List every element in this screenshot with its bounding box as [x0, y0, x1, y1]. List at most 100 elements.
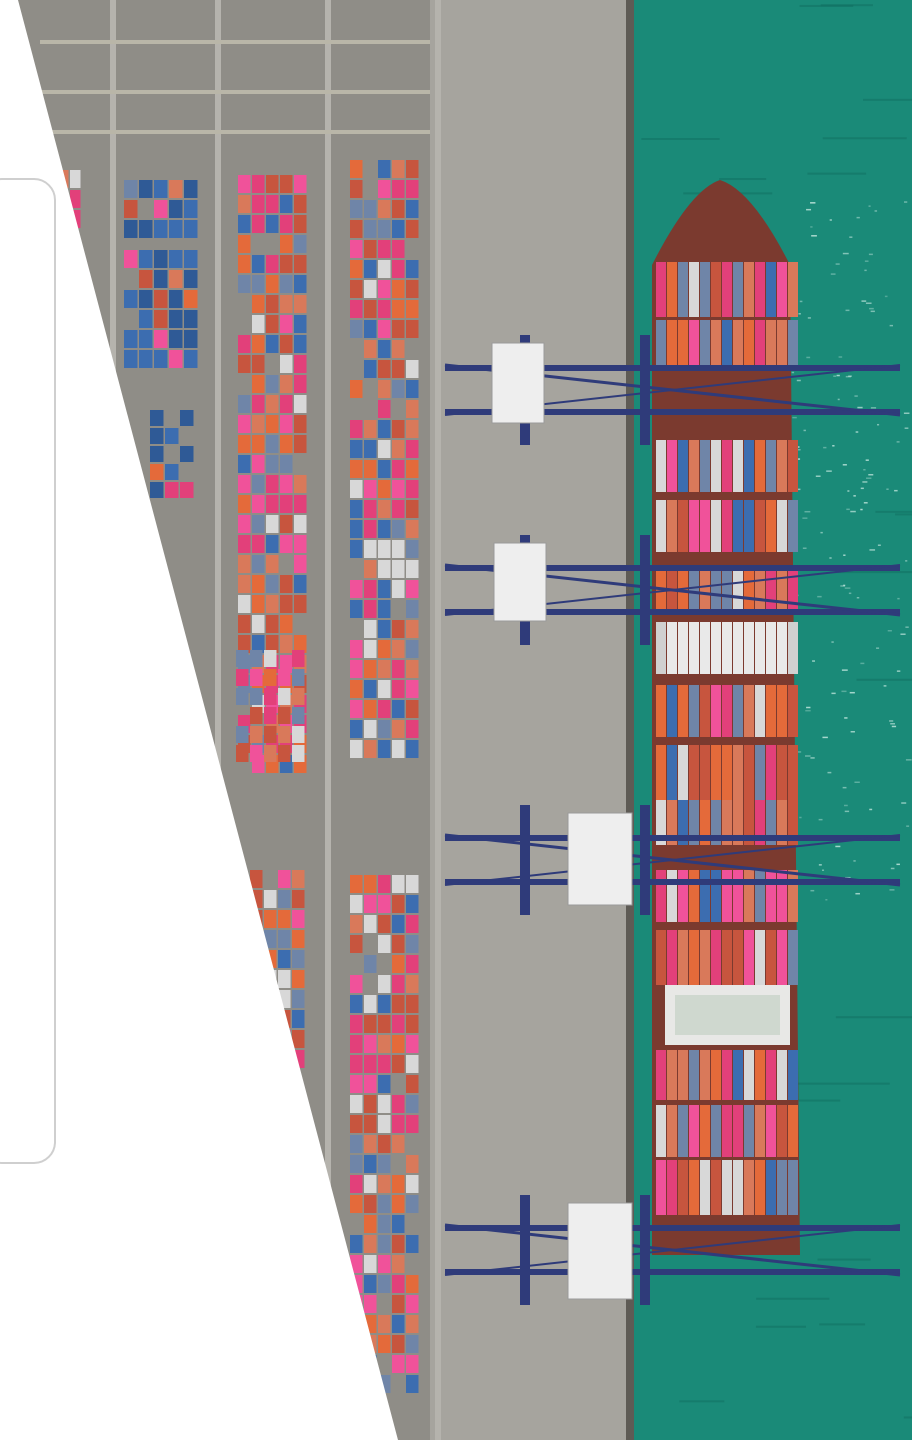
yard-container	[364, 700, 377, 718]
container-ship	[652, 180, 800, 1255]
yard-container	[280, 455, 293, 473]
yard-container	[169, 290, 183, 308]
yard-container	[364, 1175, 377, 1193]
yard-container	[406, 460, 419, 478]
yard-container	[266, 515, 279, 533]
ship-container	[722, 930, 732, 985]
yard-container	[406, 1295, 419, 1313]
yard-container	[378, 740, 391, 758]
yard-container	[266, 175, 279, 193]
ship-container	[755, 870, 765, 922]
water-glint	[841, 669, 848, 671]
yard-container	[266, 195, 279, 213]
yard-container	[238, 335, 251, 353]
yard-container	[378, 440, 391, 458]
yard-container	[280, 355, 293, 373]
water-glint	[832, 445, 835, 447]
yard-container	[378, 975, 391, 993]
water-glint	[829, 219, 832, 221]
yard-container	[378, 700, 391, 718]
crane-leg	[640, 535, 650, 645]
ship-bridge-deck	[675, 995, 780, 1035]
yard-container	[252, 295, 265, 313]
yard-container	[392, 300, 405, 318]
yard-container	[392, 1115, 405, 1133]
yard-container	[280, 195, 293, 213]
water-glint	[843, 584, 846, 587]
ship-container	[722, 565, 732, 615]
ship-container	[678, 500, 688, 552]
yard-container	[150, 446, 164, 462]
yard-container	[378, 380, 391, 398]
yard-container	[392, 520, 405, 538]
yard-container	[266, 335, 279, 353]
water-ripple	[819, 1323, 866, 1326]
ship-container	[667, 1105, 677, 1157]
yard-container	[139, 220, 153, 238]
yard-container	[392, 1035, 405, 1053]
yard-container	[350, 320, 363, 338]
crane-leg	[640, 1195, 650, 1305]
yard-container	[280, 535, 293, 553]
water-glint	[845, 309, 850, 312]
yard-container	[278, 745, 291, 762]
ship-container	[766, 870, 776, 922]
yard-container	[392, 1095, 405, 1113]
yard-container	[124, 180, 138, 198]
water-glint	[862, 481, 868, 483]
yard-container	[406, 380, 419, 398]
yard-container	[364, 1235, 377, 1253]
yard-container	[392, 340, 405, 358]
yard-container	[294, 415, 307, 433]
water-glint	[833, 375, 837, 377]
water-glint	[838, 356, 843, 358]
yard-container	[406, 1055, 419, 1073]
ship-container	[777, 262, 787, 317]
ship-container	[744, 622, 754, 674]
yard-container	[184, 350, 198, 368]
water-glint	[854, 781, 860, 784]
yard-container	[364, 1155, 377, 1173]
ship-container	[689, 500, 699, 552]
yard-container	[392, 1215, 405, 1233]
yard-container	[378, 1055, 391, 1073]
yard-container	[378, 340, 391, 358]
yard-container	[378, 1075, 391, 1093]
water-ripple	[641, 138, 720, 141]
yard-container	[252, 315, 265, 333]
ship-container	[711, 262, 721, 317]
yard-container	[278, 910, 291, 928]
water-glint	[849, 236, 853, 238]
water-glint	[802, 517, 808, 519]
ship-container	[733, 1105, 743, 1157]
yard-container	[406, 995, 419, 1013]
water-glint	[799, 816, 802, 819]
yard-container	[378, 620, 391, 638]
yard-container	[364, 740, 377, 758]
yard-container	[292, 910, 305, 928]
yard-container	[392, 875, 405, 893]
yard-container	[392, 1195, 405, 1213]
water-glint	[876, 647, 880, 649]
yard-container	[406, 220, 419, 238]
ship-container	[722, 870, 732, 922]
water-glint	[843, 554, 846, 556]
yard-container	[266, 455, 279, 473]
ship-container	[755, 930, 765, 985]
yard-container	[280, 395, 293, 413]
yard-container	[392, 740, 405, 758]
ship-container	[777, 1160, 787, 1215]
ship-container	[744, 685, 754, 737]
water-ripple	[719, 178, 767, 181]
crane-boom	[445, 879, 900, 885]
water-glint	[827, 771, 832, 774]
yard-container	[264, 688, 277, 705]
yard-container	[364, 440, 377, 458]
yard-container	[364, 420, 377, 438]
yard-container	[294, 375, 307, 393]
ship-container	[788, 262, 798, 317]
yard-container	[406, 1275, 419, 1293]
yard-container	[378, 420, 391, 438]
yard-container	[392, 480, 405, 498]
yard-container	[392, 1255, 405, 1273]
